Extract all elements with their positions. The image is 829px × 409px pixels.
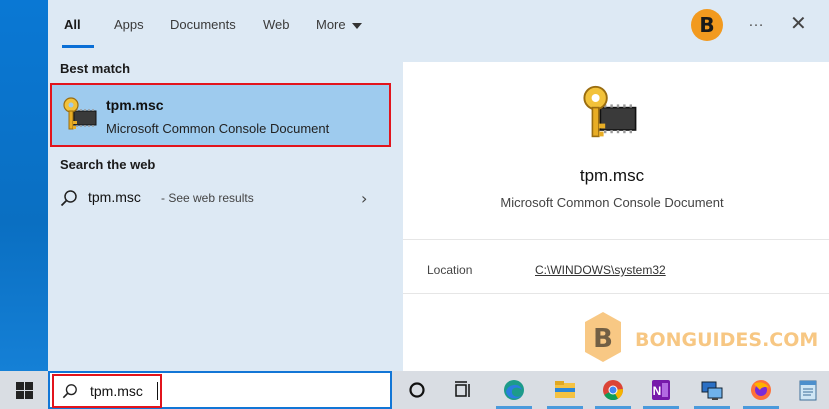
firefox-icon[interactable] — [749, 378, 773, 402]
best-match-heading: Best match — [60, 61, 131, 76]
tab-documents[interactable]: Documents — [170, 0, 236, 50]
task-view-icon[interactable] — [451, 378, 475, 402]
mmc-key-chip-icon — [583, 85, 637, 138]
bonguides-watermark-logo: B BONGUIDES.COM — [585, 312, 818, 362]
tab-apps[interactable]: Apps — [114, 0, 144, 50]
remote-desktop-icon[interactable] — [700, 378, 724, 402]
svg-text:B: B — [593, 324, 613, 354]
cortana-icon[interactable] — [405, 378, 429, 402]
svg-text:N: N — [653, 384, 662, 398]
tab-more-label: More — [316, 17, 346, 32]
windows-start-icon[interactable] — [16, 382, 33, 399]
notepad-icon[interactable] — [796, 378, 820, 402]
location-link[interactable]: C:\WINDOWS\system32 — [535, 263, 666, 277]
search-icon — [62, 384, 77, 399]
filter-tabs: All Apps Documents Web More B … ✕ — [48, 0, 829, 50]
svg-text:BONGUIDES.COM: BONGUIDES.COM — [635, 329, 818, 351]
account-avatar[interactable]: B — [691, 9, 723, 41]
desktop-background — [0, 0, 48, 371]
mmc-key-chip-icon — [63, 97, 97, 130]
web-search-suffix: - See web results — [161, 191, 254, 205]
taskbar: tpm.msc N — [0, 371, 829, 409]
tab-more[interactable]: More — [316, 0, 362, 50]
more-options-icon[interactable]: … — [748, 13, 765, 31]
location-label: Location — [427, 263, 473, 277]
tab-active-indicator — [62, 45, 94, 48]
tab-web[interactable]: Web — [263, 0, 290, 50]
tab-all[interactable]: All — [64, 0, 81, 50]
close-icon[interactable]: ✕ — [790, 11, 807, 35]
web-search-term: tpm.msc — [88, 189, 141, 205]
preview-subtitle: Microsoft Common Console Document — [500, 195, 724, 210]
caret-down-icon — [351, 22, 362, 29]
best-match-subtitle: Microsoft Common Console Document — [106, 121, 330, 136]
edge-icon[interactable] — [502, 378, 526, 402]
search-icon — [60, 190, 77, 207]
onenote-icon[interactable]: N — [649, 378, 673, 402]
web-search-result[interactable]: tpm.msc - See web results › — [48, 180, 391, 216]
search-web-heading: Search the web — [60, 157, 156, 172]
preview-title: tpm.msc — [579, 166, 645, 185]
chevron-right-icon[interactable]: › — [361, 189, 367, 208]
best-match-result[interactable]: tpm.msc Microsoft Common Console Documen… — [50, 83, 391, 147]
taskbar-search-box[interactable]: tpm.msc — [48, 371, 392, 409]
chrome-icon[interactable] — [601, 378, 625, 402]
file-explorer-icon[interactable] — [553, 378, 577, 402]
search-flyout: All Apps Documents Web More B … ✕ Best m… — [48, 0, 829, 371]
text-caret — [157, 382, 158, 400]
preview-divider — [403, 239, 829, 240]
preview-divider — [403, 293, 829, 294]
best-match-title: tpm.msc — [106, 97, 164, 113]
search-input[interactable]: tpm.msc — [90, 383, 143, 399]
preview-pane: tpm.msc Microsoft Common Console Documen… — [403, 62, 829, 371]
